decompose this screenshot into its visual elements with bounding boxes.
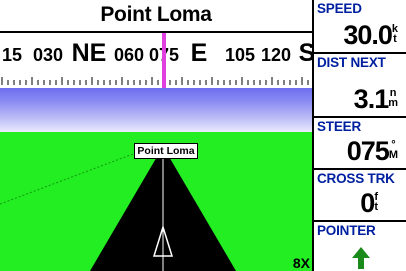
tape-tick-marks: [1, 77, 309, 85]
field-value: 075 ° M: [347, 136, 398, 167]
dist-next-field[interactable]: DIST NEXT 3.1 n m: [314, 54, 406, 116]
field-value: 30.0 k t: [343, 20, 398, 51]
field-label: DIST NEXT: [317, 55, 386, 70]
tape-label-s: S: [298, 39, 312, 67]
gps-highway-page: Point Loma 15 030 NE 060 075 E 105 120 S…: [0, 0, 406, 271]
heading-needle: [162, 33, 166, 88]
field-label: SPEED: [317, 1, 362, 16]
cross-track-value: 0: [360, 188, 375, 218]
waypoint-label: Point Loma: [134, 143, 198, 159]
dist-next-unit: nm: [388, 87, 398, 109]
pointer-field[interactable]: POINTER: [314, 222, 406, 271]
steer-value: 075: [346, 136, 390, 166]
speed-unit: kt: [391, 23, 398, 45]
tape-label: 030: [32, 45, 64, 65]
field-label: POINTER: [317, 223, 376, 238]
tape-label: 105: [224, 45, 256, 65]
dist-next-value: 3.1: [353, 84, 390, 114]
zoom-level: 8X: [292, 255, 310, 271]
highway-road: [0, 153, 236, 271]
cross-track-field[interactable]: CROSS TRK 0ft: [314, 170, 406, 220]
speed-field[interactable]: SPEED 30.0 k t: [314, 0, 406, 52]
field-value: 3.1 n m: [354, 84, 398, 115]
tape-label: 15: [1, 45, 23, 65]
tape-label-e: E: [190, 39, 208, 67]
field-label: STEER: [317, 119, 362, 134]
tape-label: 060: [113, 45, 145, 65]
destination-name: Point Loma: [100, 3, 212, 26]
highway-view: Point Loma 8X: [0, 88, 312, 271]
speed-value: 30.0: [343, 20, 393, 50]
tape-label-ne: NE: [71, 39, 107, 67]
pointer-arrow-icon: [352, 247, 370, 269]
compass-tape: 15 030 NE 060 075 E 105 120 S: [0, 33, 312, 88]
field-value: 0ft: [360, 188, 378, 219]
data-fields-panel: SPEED 30.0 k t DIST NEXT 3.1 n m STEER 075 ° M…: [312, 0, 406, 271]
steer-unit: ° M: [388, 139, 398, 161]
steer-field[interactable]: STEER 075 ° M: [314, 118, 406, 168]
destination-header: Point Loma: [0, 0, 312, 33]
cross-track-unit: ft: [374, 191, 378, 213]
field-label: CROSS TRK: [317, 171, 395, 186]
tape-label: 120: [260, 45, 292, 65]
